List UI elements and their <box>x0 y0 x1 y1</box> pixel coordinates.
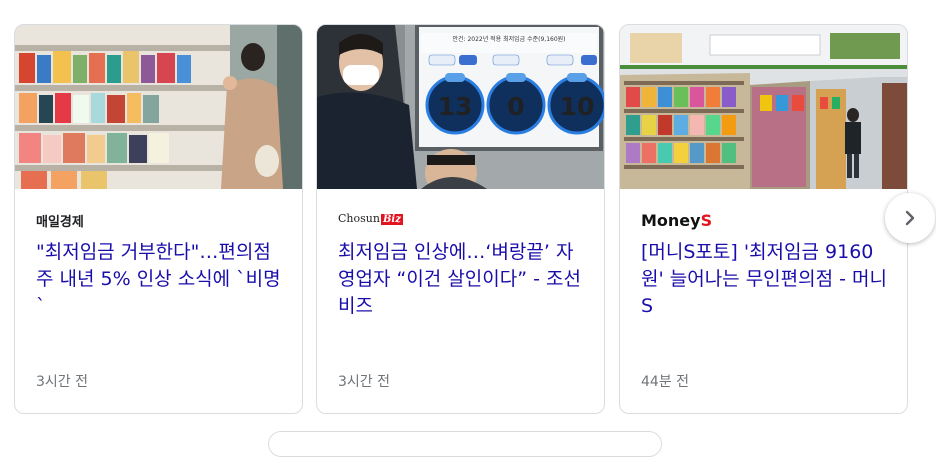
news-source-name: Money <box>641 211 701 230</box>
news-headline[interactable]: "최저임금 거부한다"…편의점주 내년 5% 인상 소식에 `비명` <box>36 239 284 320</box>
news-source-name: 매일경제 <box>36 215 84 230</box>
vote-count-1: 13 <box>437 92 473 121</box>
news-headline[interactable]: 최저임금 인상에…‘벼랑끝’ 자영업자 “이건 살인이다” - 조선비즈 <box>338 239 586 320</box>
news-timestamp: 3시간 전 <box>36 374 88 390</box>
news-timestamp: 44분 전 <box>641 374 690 390</box>
chevron-right-icon <box>905 210 915 226</box>
vote-count-2: 0 <box>507 92 525 121</box>
news-card-3[interactable]: MoneyS [머니S포토] '최저임금 9160원' 늘어나는 무인편의점 -… <box>619 24 908 414</box>
news-source-logo: MoneyS <box>641 211 712 231</box>
news-card-1[interactable]: 매일경제 "최저임금 거부한다"…편의점주 내년 5% 인상 소식에 `비명` … <box>14 24 303 414</box>
news-thumbnail-3 <box>620 25 907 189</box>
news-source-logo: Chosun Biz <box>338 211 403 231</box>
news-source-logo: 매일경제 <box>36 211 84 231</box>
vote-count-3: 10 <box>559 92 595 121</box>
news-headline[interactable]: [머니S포토] '최저임금 9160원' 늘어나는 무인편의점 - 머니S <box>641 239 889 320</box>
more-news-button[interactable] <box>268 431 662 457</box>
news-source-suffix: S <box>700 211 713 230</box>
news-timestamp: 3시간 전 <box>338 374 390 390</box>
news-thumbnail-1 <box>15 25 302 189</box>
news-source-name: Chosun <box>338 212 380 225</box>
news-thumbnail-2: 안건: 2022년 적용 최저임금 수준(9,160원) 13 0 10 <box>317 25 604 189</box>
news-card-2[interactable]: 안건: 2022년 적용 최저임금 수준(9,160원) 13 0 10 Cho… <box>316 24 605 414</box>
carousel-next-button[interactable] <box>885 193 935 243</box>
news-source-suffix: Biz <box>380 214 403 225</box>
